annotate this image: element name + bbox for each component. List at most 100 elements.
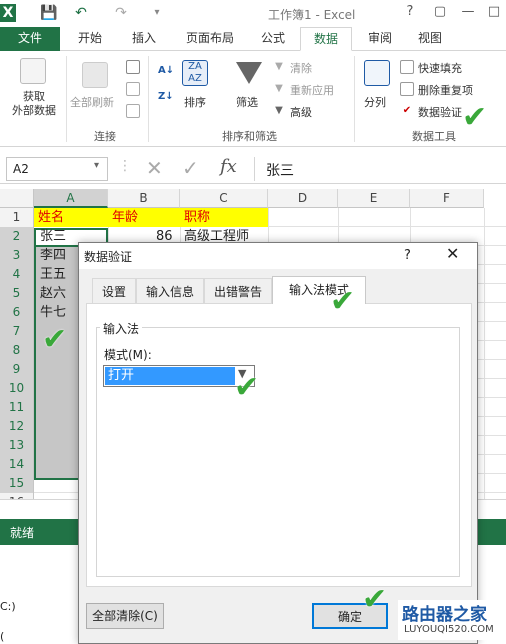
row-header[interactable]: 6 [0, 303, 34, 322]
column-header-a[interactable]: A [34, 189, 108, 208]
tab-data[interactable]: 数据 [300, 27, 352, 51]
remove-duplicates-button[interactable]: 删除重复项 [418, 82, 473, 98]
row-header[interactable]: 10 [0, 379, 34, 398]
select-all-corner[interactable] [0, 189, 34, 208]
text-to-columns-icon[interactable] [364, 60, 390, 86]
insert-function-icon[interactable]: fx [220, 156, 237, 177]
group-sort-filter-label: 排序和筛选 [222, 130, 277, 143]
cancel-icon[interactable]: ✕ [146, 156, 163, 180]
gridline [268, 208, 269, 227]
restore-icon[interactable]: ▢ [430, 4, 450, 22]
cell-a3[interactable]: 李四 [38, 247, 66, 265]
row-header[interactable]: 13 [0, 436, 34, 455]
filter-icon[interactable] [236, 62, 262, 84]
column-header-d[interactable]: D [268, 189, 338, 208]
row-header[interactable]: 12 [0, 417, 34, 436]
cell-c1[interactable]: 职称 [182, 209, 210, 227]
checkmark-annotation-icon: ✔ [330, 284, 356, 319]
properties-icon[interactable] [126, 82, 140, 96]
ribbon-separator [66, 56, 67, 142]
row-header[interactable]: 8 [0, 341, 34, 360]
tab-page-layout[interactable]: 页面布局 [176, 27, 244, 51]
name-box[interactable]: A2 [6, 157, 108, 181]
sort-icon[interactable]: ZA AZ [182, 60, 208, 86]
row-header[interactable]: 15 [0, 474, 34, 493]
clear-all-button[interactable]: 全部清除(C) [86, 603, 164, 629]
ribbon-separator [354, 56, 355, 142]
gridline [484, 208, 485, 227]
tab-insert[interactable]: 插入 [120, 27, 168, 51]
filter-button[interactable]: 筛选 [236, 94, 258, 110]
sort-button[interactable]: 排序 [184, 94, 206, 110]
refresh-all-button[interactable]: 全部刷新 [70, 94, 114, 110]
advanced-filter-icon[interactable]: ▼ [272, 104, 286, 118]
dialog-tab-input-message[interactable]: 输入信息 [136, 278, 204, 304]
maximize-icon[interactable]: □ [484, 4, 504, 22]
row-header[interactable]: 2 [0, 227, 34, 246]
row-header[interactable]: 14 [0, 455, 34, 474]
cell-b1[interactable]: 年龄 [110, 209, 138, 227]
sort-desc-icon[interactable]: Z↓ [158, 90, 174, 104]
refresh-all-icon[interactable] [82, 62, 108, 88]
remove-duplicates-icon[interactable] [400, 82, 414, 96]
reapply-button[interactable]: 重新应用 [290, 82, 334, 98]
get-external-data-button[interactable]: 获取 外部数据 [6, 90, 62, 118]
flash-fill-icon[interactable] [400, 60, 414, 74]
help-icon[interactable]: ? [400, 4, 420, 22]
data-validation-button[interactable]: 数据验证 [418, 104, 462, 120]
column-header-b[interactable]: B [108, 189, 180, 208]
row-header[interactable]: 11 [0, 398, 34, 417]
data-validation-icon[interactable]: ✔ [400, 104, 414, 118]
dialog-close-icon[interactable]: ✕ [446, 244, 459, 263]
edit-links-icon[interactable] [126, 104, 140, 118]
dialog-tab-settings[interactable]: 设置 [92, 278, 136, 304]
advanced-button[interactable]: 高级 [290, 104, 312, 120]
connections-icon[interactable] [126, 60, 140, 74]
row-header[interactable]: 9 [0, 360, 34, 379]
cell-a4[interactable]: 王五 [38, 266, 66, 284]
tab-view[interactable]: 视图 [408, 27, 452, 51]
cell-a1[interactable]: 姓名 [36, 209, 64, 227]
enter-icon[interactable]: ✓ [182, 156, 199, 180]
get-external-data-icon[interactable] [20, 58, 46, 84]
undo-icon[interactable]: ↶ [72, 4, 90, 22]
row-header[interactable]: 5 [0, 284, 34, 303]
column-header-c[interactable]: C [180, 189, 268, 208]
gridline [484, 360, 485, 379]
cell-a2[interactable]: 张三 [38, 228, 66, 246]
clear-icon[interactable]: ▼ [272, 60, 286, 74]
formula-input[interactable]: 张三 [266, 160, 294, 180]
minimize-icon[interactable]: — [458, 4, 478, 22]
flash-fill-button[interactable]: 快速填充 [418, 60, 462, 76]
formula-menu-icon: ⋮ [118, 158, 132, 174]
cell-a6[interactable]: 牛七 [38, 304, 66, 322]
sort-asc-icon[interactable]: A↓ [158, 64, 174, 78]
row-header[interactable]: 3 [0, 246, 34, 265]
tab-review[interactable]: 审阅 [358, 27, 402, 51]
tab-home[interactable]: 开始 [66, 27, 114, 51]
row-header[interactable]: 4 [0, 265, 34, 284]
text-to-columns-button[interactable]: 分列 [364, 94, 386, 110]
gridline [484, 474, 485, 493]
dialog-help-button[interactable]: ? [404, 248, 411, 263]
name-box-dropdown-icon[interactable]: ▾ [94, 160, 99, 171]
cell-a5[interactable]: 赵六 [38, 285, 66, 303]
row-header[interactable]: 1 [0, 208, 34, 227]
tab-file[interactable]: 文件 [0, 27, 60, 51]
reapply-icon[interactable]: ▼ [272, 82, 286, 96]
tab-formulas[interactable]: 公式 [250, 27, 296, 51]
header-row-fill [34, 208, 268, 227]
group-connections-label: 连接 [94, 130, 116, 143]
dialog-tab-error-alert[interactable]: 出错警告 [204, 278, 272, 304]
checkmark-annotation-icon: ✔ [42, 322, 68, 357]
column-header-f[interactable]: F [410, 189, 484, 208]
mode-label: 模式(M): [104, 348, 152, 362]
clear-button[interactable]: 清除 [290, 60, 312, 76]
redo-icon[interactable]: ↷ [112, 4, 130, 22]
column-header-e[interactable]: E [338, 189, 410, 208]
watermark-brand: 路由器之家 [402, 605, 487, 625]
save-icon[interactable]: 💾 [40, 4, 58, 22]
customize-qat-icon[interactable]: ▾ [148, 4, 166, 22]
gridline [484, 303, 485, 322]
row-header[interactable]: 7 [0, 322, 34, 341]
